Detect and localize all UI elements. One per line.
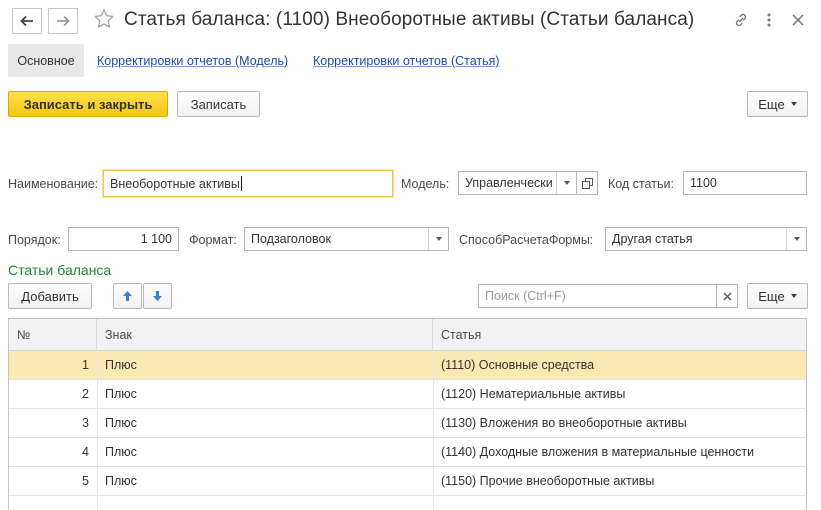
search-placeholder: Поиск (Ctrl+F) [485, 289, 566, 303]
close-button[interactable] [789, 10, 807, 30]
calc-method-select[interactable]: Другая статья [605, 227, 807, 251]
cell-sign: Плюс [105, 358, 137, 372]
link-button[interactable] [732, 10, 750, 30]
save-button[interactable]: Записать [177, 91, 260, 117]
table-row[interactable]: 4 Плюс (1140) Доходные вложения в материал… [9, 438, 806, 467]
back-button[interactable] [12, 8, 42, 34]
code-input-value: 1100 [690, 176, 717, 190]
link-icon [735, 13, 747, 27]
table-header: № Знак Статья [9, 319, 806, 351]
cell-article: (1110) Основные средства [441, 358, 595, 372]
cell-sign: Плюс [105, 474, 137, 488]
table-row[interactable]: 3 Плюс (1130) Вложения во внеоборотные акт… [9, 409, 806, 438]
format-select-value: Подзаголовок [251, 232, 331, 246]
column-header-number[interactable]: № [9, 319, 97, 351]
close-icon [792, 14, 804, 26]
add-button[interactable]: Добавить [8, 283, 92, 309]
chevron-down-icon [793, 237, 800, 241]
chevron-down-icon [790, 294, 797, 298]
cell-number: 2 [82, 387, 89, 401]
column-header-article[interactable]: Статья [433, 319, 806, 351]
tab-report-corrections-model[interactable]: Корректировки отчетов (Модель) [97, 54, 288, 68]
format-dropdown-button[interactable] [428, 228, 448, 250]
order-input-value: 1 100 [140, 232, 172, 246]
more-button[interactable]: Еще [747, 91, 808, 117]
calc-method-select-value: Другая статья [612, 232, 693, 246]
cell-sign: Плюс [105, 387, 137, 401]
cell-number: 1 [82, 358, 89, 372]
cell-number: 4 [82, 445, 89, 459]
tab-main[interactable]: Основное [8, 44, 84, 77]
name-input-value: Внеоборотные активы [110, 176, 240, 191]
save-and-close-button[interactable]: Записать и закрыть [8, 91, 168, 117]
search-input[interactable]: Поиск (Ctrl+F) [478, 284, 717, 308]
more-button-label: Еще [758, 96, 785, 112]
column-divider [433, 351, 434, 510]
window-title: Статья баланса: (1100) Внеоборотные акти… [124, 9, 695, 30]
arrow-up-icon [123, 291, 132, 301]
cell-article: (1150) Прочие внеоборотные активы [441, 474, 655, 488]
back-arrow-icon [20, 15, 33, 27]
column-header-sign[interactable]: Знак [97, 319, 433, 351]
table-row[interactable]: 2 Плюс (1120) Нематериальные активы [9, 380, 806, 409]
column-divider [97, 351, 98, 510]
table-more-label: Еще [758, 288, 785, 304]
format-label: Формат: [189, 233, 237, 247]
move-up-button[interactable] [113, 283, 142, 309]
cell-sign: Плюс [105, 416, 137, 430]
model-select-value: Управленчески [465, 176, 553, 190]
table-row[interactable]: 5 Плюс (1150) Прочие внеоборотные активы [9, 467, 806, 496]
articles-table: № Знак Статья 1 Плюс (1110) Основные средс… [8, 318, 807, 510]
section-title: Статьи баланса [8, 262, 112, 278]
model-select[interactable]: Управленчески [458, 171, 577, 195]
code-label: Код статьи: [608, 177, 674, 191]
table-more-button[interactable]: Еще [747, 283, 808, 309]
chevron-down-icon [435, 237, 442, 241]
model-open-button[interactable] [577, 171, 598, 195]
text-cursor [240, 176, 242, 191]
table-row[interactable]: 1 Плюс (1110) Основные средства [9, 351, 806, 380]
order-label: Порядок: [8, 233, 61, 247]
cell-number: 3 [82, 416, 89, 430]
open-form-icon [581, 177, 593, 189]
forward-arrow-icon [57, 15, 70, 27]
order-input[interactable]: 1 100 [68, 227, 179, 251]
calc-method-label: СпособРасчетаФормы: [459, 233, 594, 247]
cell-article: (1120) Нематериальные активы [441, 387, 626, 401]
calc-method-dropdown-button[interactable] [786, 228, 806, 250]
model-label: Модель: [401, 177, 450, 191]
forward-button[interactable] [48, 8, 78, 34]
name-input[interactable]: Внеоборотные активы [103, 170, 393, 197]
tab-report-corrections-article[interactable]: Корректировки отчетов (Статья) [313, 54, 500, 68]
cell-sign: Плюс [105, 445, 137, 459]
favorite-button[interactable] [93, 8, 115, 32]
close-icon [723, 292, 731, 300]
move-down-button[interactable] [143, 283, 172, 309]
search-clear-button[interactable] [716, 284, 738, 308]
cell-article: (1140) Доходные вложения в материальные … [441, 445, 755, 459]
chevron-down-icon [790, 102, 797, 106]
code-input[interactable]: 1100 [683, 171, 807, 195]
more-vertical-icon [767, 13, 771, 27]
model-dropdown-button[interactable] [556, 172, 576, 194]
cell-article: (1130) Вложения во внеоборотные активы [441, 416, 687, 430]
format-select[interactable]: Подзаголовок [244, 227, 449, 251]
name-label: Наименование: [8, 177, 99, 191]
more-actions-button[interactable] [760, 10, 778, 30]
arrow-down-icon [153, 291, 162, 301]
chevron-down-icon [563, 181, 570, 185]
cell-number: 5 [82, 474, 89, 488]
star-icon [94, 9, 114, 28]
